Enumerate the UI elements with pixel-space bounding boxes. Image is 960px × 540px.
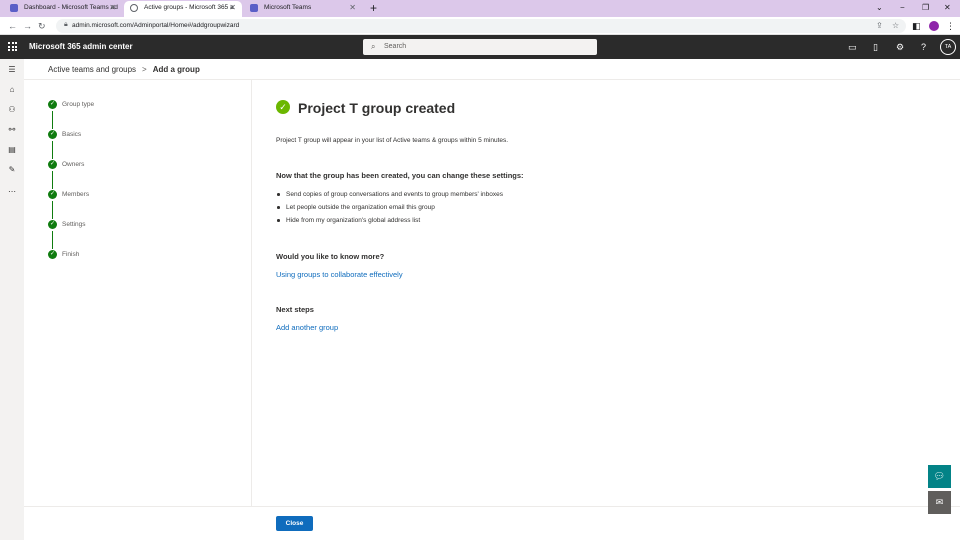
more-vertical-icon[interactable]: ⋮ [946,17,955,35]
checkmark-icon: ✓ [48,160,57,169]
close-icon[interactable]: ✕ [109,1,116,15]
success-check-icon: ✓ [276,100,290,114]
step-connector [52,171,53,189]
list-item: Hide from my organization's global addre… [276,214,503,227]
groups-icon[interactable]: ⚯ [0,125,24,134]
globe-icon [130,4,138,12]
browser-tab-strip: Dashboard - Microsoft Teams ad ✕ Active … [0,0,960,17]
step-label: Members [62,191,90,198]
wizard-step-basics[interactable]: ✓ Basics [48,130,248,160]
step-connector [52,201,53,219]
feedback-icon: ✉ [935,497,944,507]
monitor-icon[interactable]: ▭ [848,35,857,59]
checkmark-icon: ✓ [48,130,57,139]
using-groups-link[interactable]: Using groups to collaborate effectively [276,270,403,280]
more-horizontal-icon[interactable]: ⋯ [0,187,24,196]
breadcrumb-current: Add a group [152,65,200,74]
group-created-description: Project T group will appear in your list… [276,137,509,144]
close-icon[interactable]: ✕ [229,1,236,15]
star-icon[interactable]: ☆ [892,19,899,33]
list-item: Send copies of group conversations and e… [276,188,503,201]
new-tab-button[interactable]: + [370,0,377,16]
learn-more-heading: Would you like to know more? [276,252,385,261]
reload-icon[interactable]: ↻ [38,17,46,35]
minimize-icon[interactable]: − [900,0,905,16]
wizard-step-settings[interactable]: ✓ Settings [48,220,248,250]
forward-icon[interactable]: → [23,17,32,35]
browser-tab-dashboard[interactable]: Dashboard - Microsoft Teams ad ✕ [4,1,122,17]
user-icon[interactable]: ⚇ [0,105,24,114]
mobile-icon[interactable]: ▯ [873,35,878,59]
tab-title: Active groups - Microsoft 365 a [144,4,234,11]
wizard-step-finish[interactable]: ✓ Finish [48,250,248,280]
wizard-divider [251,80,252,506]
help-icon[interactable]: ? [921,35,926,59]
search-input[interactable]: ⌕ Search [363,39,597,55]
step-connector [52,141,53,159]
breadcrumb: Active teams and groups > Add a group [48,62,200,78]
help-support-button[interactable]: 💬︎ [928,465,951,488]
checkmark-icon: ✓ [48,220,57,229]
tab-title: Dashboard - Microsoft Teams ad [24,4,118,11]
step-connector [52,111,53,129]
checkmark-icon: ✓ [48,100,57,109]
browser-tab-active-groups[interactable]: Active groups - Microsoft 365 a ✕ [124,1,242,17]
step-label: Basics [62,131,82,138]
chevron-down-icon[interactable]: ⌄ [876,0,883,16]
close-icon[interactable]: ✕ [349,1,356,15]
gear-icon[interactable]: ⚙ [896,35,904,59]
step-connector [52,231,53,249]
back-icon[interactable]: ← [8,17,17,35]
feedback-button[interactable]: ✉ [928,491,951,514]
search-placeholder: Search [384,43,407,50]
sidebar-icon[interactable]: ◧ [912,17,921,35]
address-bar[interactable]: 🔒︎ admin.microsoft.com/Adminportal/Home#… [56,19,906,33]
tab-title: Microsoft Teams [264,4,312,11]
lock-icon[interactable]: 🔒︎ [64,21,68,29]
breadcrumb-active-teams-groups[interactable]: Active teams and groups [48,65,136,74]
left-nav-rail: ☰ ⌂ ⚇ ⚯ ▤ ✎ ⋯ [0,59,24,540]
url-text: admin.microsoft.com/Adminportal/Home#/ad… [72,22,240,29]
browser-toolbar: ← → ↻ 🔒︎ admin.microsoft.com/Adminportal… [0,17,960,35]
billing-icon[interactable]: ▤ [0,145,24,154]
checkmark-icon: ✓ [48,190,57,199]
step-label: Group type [62,101,95,108]
next-steps-heading: Next steps [276,305,314,314]
wizard-step-owners[interactable]: ✓ Owners [48,160,248,190]
teams-icon [250,4,258,12]
settings-heading: Now that the group has been created, you… [276,171,524,180]
app-title[interactable]: Microsoft 365 admin center [29,35,133,59]
page-title: Project T group created [298,100,456,116]
list-item: Let people outside the organization emai… [276,201,503,214]
header-divider [24,79,960,80]
avatar[interactable]: TA [940,39,956,55]
add-another-group-link[interactable]: Add another group [276,323,338,333]
window-close-icon[interactable]: ✕ [944,0,951,16]
search-icon: ⌕ [371,42,376,51]
teams-icon [10,4,18,12]
wizard-step-group-type[interactable]: ✓ Group type [48,100,248,130]
footer-divider [24,506,960,507]
settings-list: Send copies of group conversations and e… [276,188,503,227]
step-label: Finish [62,251,80,258]
profile-avatar[interactable] [929,21,939,31]
step-label: Settings [62,221,86,228]
app-header: Microsoft 365 admin center ⌕ Search ▭ ▯ … [0,35,960,59]
restore-icon[interactable]: ❐ [922,0,929,16]
breadcrumb-separator: > [142,65,147,74]
checkmark-icon: ✓ [48,250,57,259]
app-launcher-icon[interactable] [8,42,17,51]
step-label: Owners [62,161,85,168]
close-button[interactable]: Close [276,516,313,531]
home-icon[interactable]: ⌂ [0,85,24,94]
hamburger-menu-icon[interactable]: ☰ [0,65,24,74]
browser-tab-teams[interactable]: Microsoft Teams ✕ [244,1,362,17]
share-icon[interactable]: ⇪ [876,19,883,33]
wrench-icon[interactable]: ✎ [0,165,24,174]
wizard-step-members[interactable]: ✓ Members [48,190,248,220]
help-chat-icon: 💬︎ [933,471,946,481]
